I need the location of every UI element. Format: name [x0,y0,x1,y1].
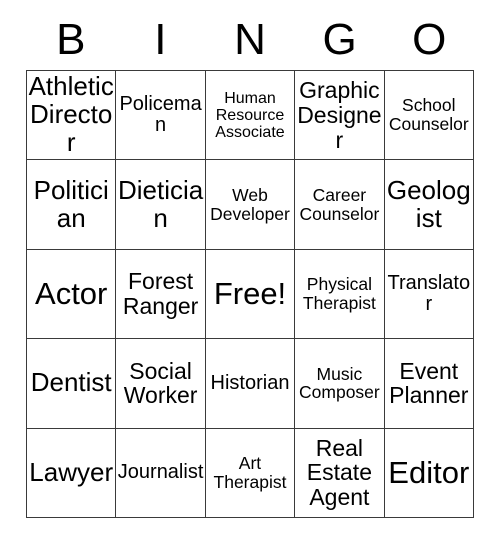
bingo-cell[interactable]: Music Composer [295,339,385,429]
bingo-header-letter-b: B [56,15,86,64]
bingo-cell-label: Web Developer [210,184,290,224]
bingo-header-letter-n: N [234,15,266,64]
bingo-cell[interactable]: Translator [384,249,474,340]
bingo-cell-label: Art Therapist [213,453,287,492]
bingo-cell-label: Graphic Designer [297,77,382,153]
bingo-cell[interactable]: Historian [205,339,296,429]
bingo-grid: Athletic Director Policeman Human Resource… [26,70,474,518]
bingo-cell[interactable]: Dietician [116,160,206,250]
bingo-cell-label: Social Worker [123,357,198,409]
bingo-header-letter-i: I [154,15,167,64]
bingo-cell[interactable]: Dentist [27,339,117,429]
bingo-cell-label: Event Planner [389,357,469,409]
bingo-cell-label: Forest Ranger [122,268,199,319]
bingo-cell-label: Editor [388,455,470,491]
bingo-cell[interactable]: Real Estate Agent [295,428,385,518]
bingo-cell-label: Historian [210,371,290,394]
bingo-cell-label: School Counselor [388,95,469,135]
bingo-cell[interactable]: Lawyer [27,428,117,518]
bingo-cell-label: Actor [35,276,108,312]
bingo-cell[interactable]: Physical Therapist [295,249,385,340]
bingo-cell[interactable]: Editor [384,428,474,518]
bingo-cell-label: Politician [33,174,109,233]
bingo-cell[interactable]: Web Developer [205,160,296,250]
bingo-cell-label: Career Counselor [299,184,380,224]
bingo-cell-label: Dietician [117,174,204,233]
bingo-cell-label: Physical Therapist [302,274,376,313]
bingo-cell[interactable]: Event Planner [384,339,474,429]
bingo-cell[interactable]: Policeman [116,71,206,161]
bingo-cell[interactable]: Human Resource Associate [205,71,296,161]
bingo-cell-label: Translator [387,271,471,315]
bingo-cell[interactable]: Art Therapist [205,428,296,518]
bingo-cell-free[interactable]: Free! [205,249,296,340]
bingo-cell-label: Lawyer [29,456,114,487]
bingo-cell-label: Geologist [386,174,471,233]
bingo-cell[interactable]: Journalist [116,428,206,518]
bingo-cell[interactable]: Athletic Director [27,71,117,161]
bingo-header-letter-g: G [322,15,357,64]
bingo-cell-label: Music Composer [299,363,380,403]
bingo-cell[interactable]: Actor [27,249,117,340]
bingo-header-row: B I N G O [26,10,474,70]
bingo-cell[interactable]: Social Worker [116,339,206,429]
bingo-cell-label: Real Estate Agent [306,434,372,511]
bingo-cell-label: Policeman [119,92,202,137]
bingo-cell[interactable]: School Counselor [384,71,474,161]
bingo-cell-label: Athletic Director [28,71,114,158]
bingo-card: B I N G O Athletic Director Policeman Huma… [26,10,474,518]
bingo-cell[interactable]: Graphic Designer [295,71,385,161]
bingo-cell-label: Dentist [30,367,112,398]
bingo-cell[interactable]: Career Counselor [295,160,385,250]
bingo-cell-label: Human Resource Associate [215,89,285,141]
bingo-cell-label: Journalist [117,461,204,484]
bingo-header-letter-o: O [412,15,447,64]
bingo-cell-label: Free! [213,276,287,312]
bingo-cell[interactable]: Politician [27,160,117,250]
bingo-cell[interactable]: Forest Ranger [116,249,206,340]
bingo-cell[interactable]: Geologist [384,160,474,250]
